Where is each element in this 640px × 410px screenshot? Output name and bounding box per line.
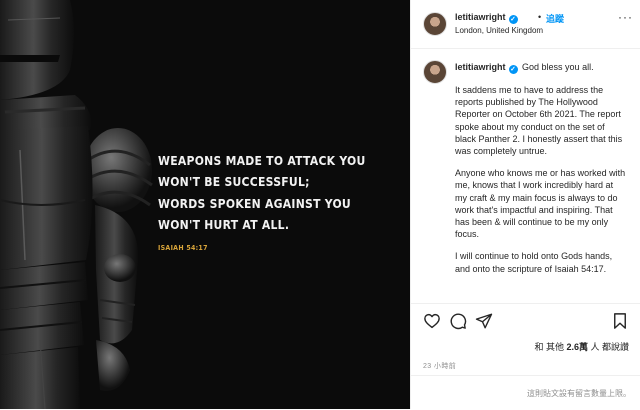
post-header: letitiawright ✓ • 追蹤 London, United Kingd… <box>411 0 640 49</box>
caption-comment: letitiawright ✓ God bless you all. It sad… <box>411 48 640 303</box>
likes-summary[interactable]: 和 其他 2.6萬 人 都說讚 <box>534 340 629 353</box>
header-username[interactable]: letitiawright ✓ <box>455 12 518 24</box>
quote-reference: ISAIAH 54:17 <box>158 244 208 253</box>
post-details-panel: letitiawright ✓ • 追蹤 London, United Kingd… <box>410 0 640 409</box>
quote-block: WEAPONS MADE TO ATTACK YOU WON'T BE SUCC… <box>158 150 408 252</box>
likes-suffix: 人 都說讚 <box>587 342 629 352</box>
caption-username-text[interactable]: letitiawright <box>455 62 506 72</box>
likes-count: 2.6萬 <box>566 342 588 352</box>
follow-button[interactable]: 追蹤 <box>546 12 564 25</box>
verified-badge-icon: ✓ <box>508 15 518 24</box>
instagram-post-view: WEAPONS MADE TO ATTACK YOU WON'T BE SUCC… <box>0 0 640 409</box>
quote-line: WON'T BE SUCCESSFUL; <box>158 174 310 190</box>
quote-line: WORDS SPOKEN AGAINST YOU <box>158 195 351 211</box>
caption-paragraph: Anyone who knows me or has worked with m… <box>455 168 626 240</box>
avatar[interactable] <box>423 60 447 84</box>
post-timestamp[interactable]: 23 小時前 <box>423 361 456 371</box>
post-image[interactable]: WEAPONS MADE TO ATTACK YOU WON'T BE SUCC… <box>0 0 410 409</box>
avatar[interactable] <box>423 12 447 36</box>
caption-text: letitiawright ✓ God bless you all. It sad… <box>455 61 627 275</box>
action-bar <box>411 303 640 338</box>
caption-username[interactable]: letitiawright ✓ <box>455 62 518 74</box>
comments-limited-notice: 這則貼文設有留言數量上限。 <box>527 389 631 398</box>
likes-prefix: 和 其他 <box>534 342 567 352</box>
quote-line: WON'T HURT AT ALL. <box>158 216 290 232</box>
quote-line: WEAPONS MADE TO ATTACK YOU <box>158 153 366 168</box>
caption-first-line: God bless you all. <box>522 62 594 72</box>
verified-badge-icon: ✓ <box>508 65 518 74</box>
comment-icon[interactable] <box>449 312 467 330</box>
separator-dot: • <box>538 12 542 22</box>
caption-paragraph: It saddens me to have to address the rep… <box>455 85 623 157</box>
location-link[interactable]: London, United Kingdom <box>455 26 543 35</box>
bookmark-icon[interactable] <box>611 312 629 330</box>
share-icon[interactable] <box>475 312 493 330</box>
armor-illustration <box>0 0 153 409</box>
caption-paragraph: I will continue to hold onto Gods hands,… <box>455 251 613 274</box>
header-username-text[interactable]: letitiawright <box>455 12 506 22</box>
comment-footer: 這則貼文設有留言數量上限。 <box>411 375 640 410</box>
more-options-icon[interactable]: ··· <box>618 10 633 24</box>
heart-icon[interactable] <box>423 312 441 330</box>
